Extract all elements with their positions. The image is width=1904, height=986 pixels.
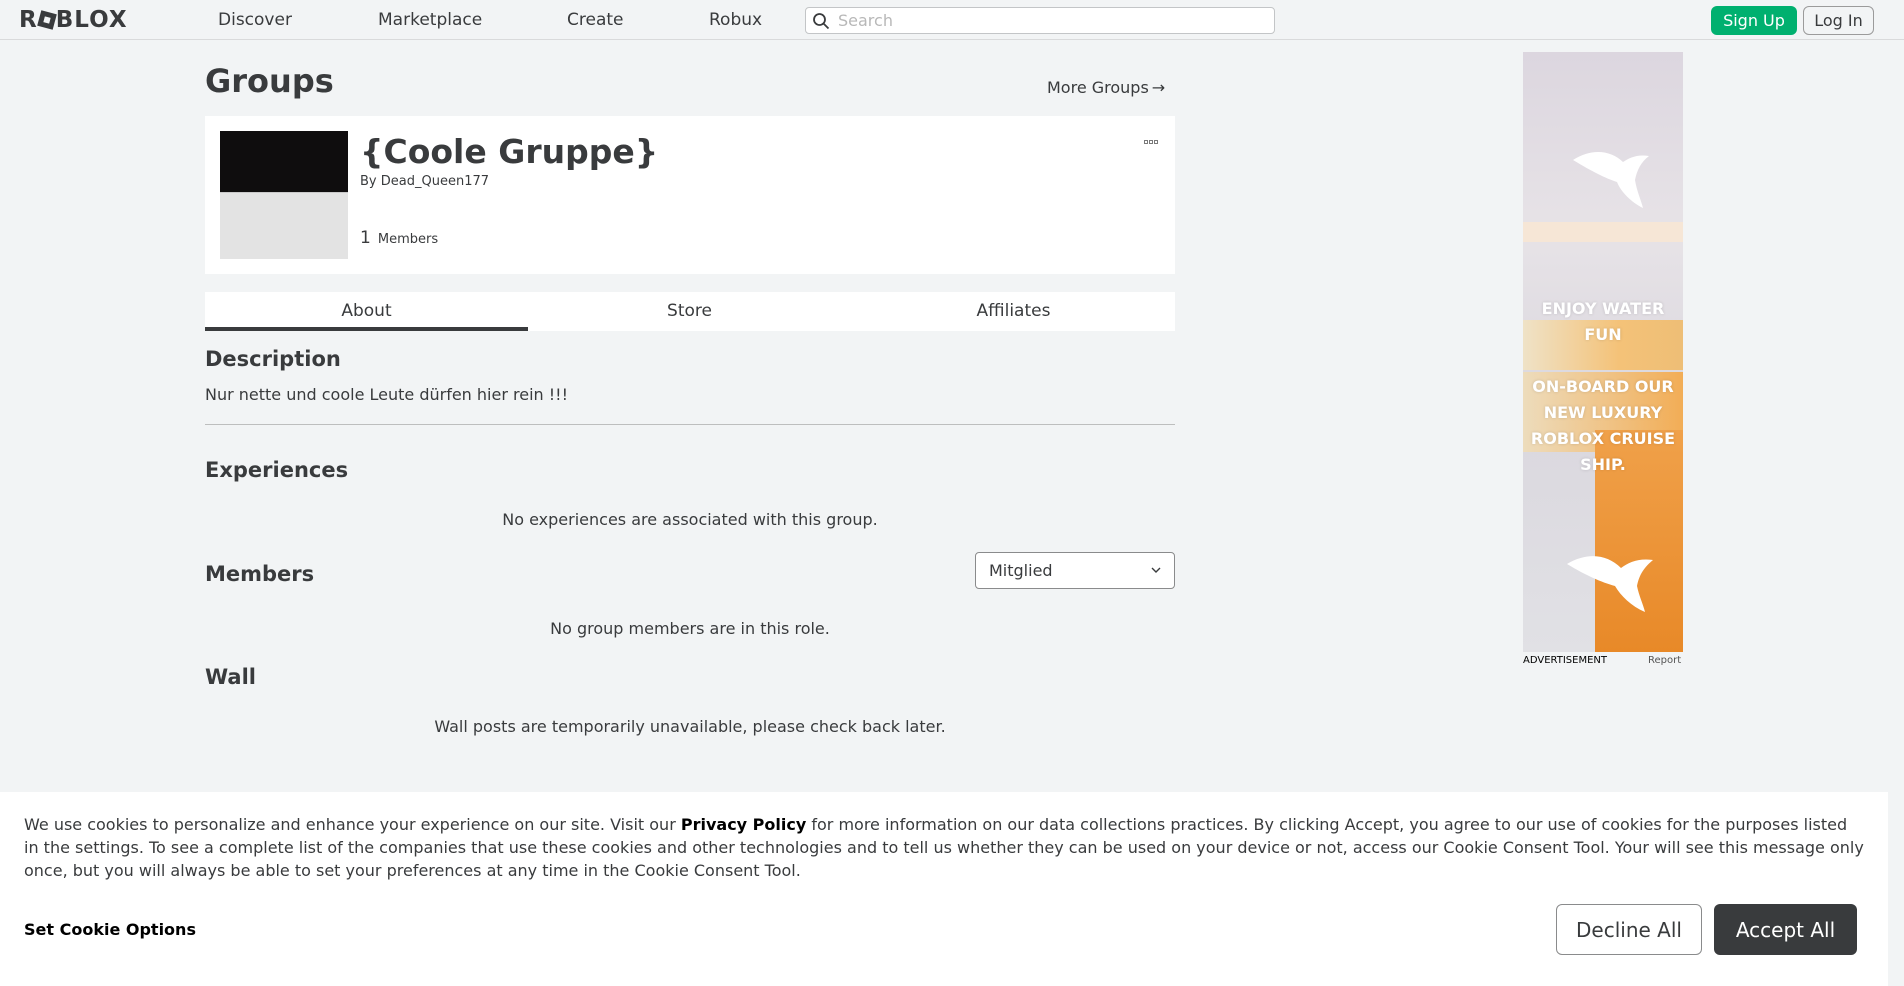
divider (205, 424, 1175, 425)
cookie-message: We use cookies to personalize and enhanc… (24, 813, 1864, 882)
set-cookie-options-link[interactable]: Set Cookie Options (24, 920, 196, 939)
member-count: 1 Members (360, 228, 438, 248)
search-icon[interactable] (812, 12, 830, 30)
members-empty-message: No group members are in this role. (550, 619, 830, 638)
more-groups-label: More Groups (1047, 78, 1149, 97)
roblox-logo[interactable]: R BLOX (19, 7, 128, 33)
member-count-label: Members (377, 232, 439, 247)
description-text: Nur nette und coole Leute dürfen hier re… (205, 385, 568, 404)
logo-mark-icon (36, 10, 57, 30)
member-count-number: 1 (360, 228, 371, 248)
nav-marketplace[interactable]: Marketplace (378, 0, 482, 40)
role-dropdown-value: Mitglied (989, 561, 1053, 580)
tab-affiliates[interactable]: Affiliates (852, 292, 1175, 331)
chevron-down-icon (1151, 567, 1161, 573)
more-options-icon[interactable] (1144, 129, 1164, 144)
ad-subtext: ON-BOARD OUR NEW LUXURY ROBLOX CRUISE SH… (1530, 377, 1676, 474)
top-navigation-bar: R BLOX Discover Marketplace Create Robux … (0, 0, 1904, 40)
nav-create[interactable]: Create (567, 0, 624, 40)
group-name: {Coole Gruppe} (360, 132, 659, 171)
experiences-empty-message: No experiences are associated with this … (502, 510, 878, 529)
arrow-right-icon: → (1151, 78, 1166, 97)
more-groups-link[interactable]: More Groups → (1047, 78, 1165, 97)
cookie-text-before: We use cookies to personalize and enhanc… (24, 815, 681, 834)
description-title: Description (205, 347, 341, 371)
search-box (805, 7, 1275, 34)
group-owner: By Dead_Queen177 (360, 174, 489, 189)
wall-title: Wall (205, 665, 256, 689)
accept-all-button[interactable]: Accept All (1714, 904, 1857, 955)
privacy-policy-link[interactable]: Privacy Policy (681, 815, 806, 834)
log-in-button[interactable]: Log In (1803, 6, 1874, 35)
ad-headline: ENJOY WATER FUN (1541, 299, 1665, 344)
tab-store[interactable]: Store (528, 292, 851, 331)
scrollbar-track[interactable] (1888, 40, 1904, 986)
by-label: By (360, 174, 377, 189)
tab-about[interactable]: About (205, 292, 528, 331)
members-title: Members (205, 562, 315, 586)
ad-report-link[interactable]: Report (1648, 655, 1681, 666)
nav-discover[interactable]: Discover (218, 0, 292, 40)
group-emblem (220, 131, 348, 259)
sign-up-button[interactable]: Sign Up (1711, 6, 1797, 35)
bird-icon (1573, 151, 1649, 208)
role-dropdown[interactable]: Mitglied (975, 552, 1175, 589)
advertisement-banner[interactable]: ENJOY WATER FUN ON-BOARD OUR NEW LUXURY … (1523, 52, 1683, 652)
owner-link[interactable]: Dead_Queen177 (381, 174, 489, 189)
nav-robux[interactable]: Robux (709, 0, 762, 40)
bird-icon (1567, 556, 1653, 612)
wall-empty-message: Wall posts are temporarily unavailable, … (434, 717, 946, 736)
advertisement-label: ADVERTISEMENT (1523, 655, 1608, 666)
cookie-banner: We use cookies to personalize and enhanc… (0, 792, 1888, 986)
group-header-card: {Coole Gruppe} By Dead_Queen177 1 Member… (205, 116, 1175, 274)
search-input[interactable] (838, 8, 1268, 33)
experiences-title: Experiences (205, 458, 349, 482)
decline-all-button[interactable]: Decline All (1556, 904, 1702, 955)
page-title: Groups (205, 62, 334, 100)
group-tabs: About Store Affiliates (205, 292, 1175, 331)
